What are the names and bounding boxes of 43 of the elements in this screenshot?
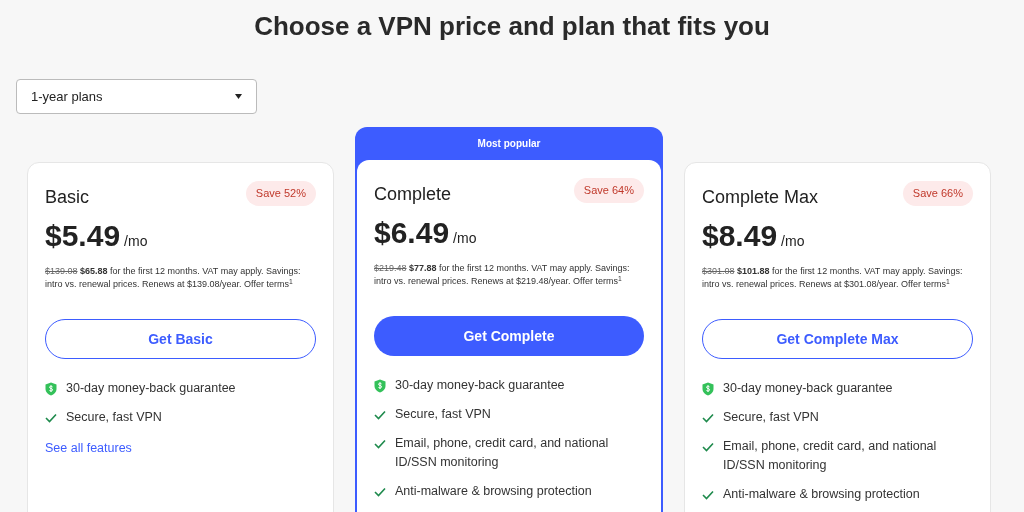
save-badge: Save 52% — [245, 181, 316, 206]
plan-name: Complete — [374, 183, 452, 206]
shield-dollar-icon — [702, 382, 714, 396]
price-note: $301.08 $101.88 for the first 12 months. VAT may apply. Savings: intro vs. renewal prices. Renews at $301.08/year. Offer terms$^{1}$ — [702, 265, 964, 291]
save-badge: Save 64% — [573, 178, 644, 203]
feature-text: Email, phone, credit card, and national ID/SSN monitoring — [723, 438, 938, 474]
get-plan-button[interactable]: Get Complete — [374, 316, 644, 356]
page-heading: Choose a VPN price and plan that fits you — [253, 10, 771, 43]
plan-name: Complete Max — [702, 186, 819, 209]
shield-dollar-icon — [45, 382, 57, 396]
check-icon — [374, 439, 386, 449]
plan-price: $6.49 — [374, 215, 450, 251]
price-unit: /mo — [453, 229, 477, 248]
feature-text: Secure, fast VPN — [395, 406, 491, 423]
get-plan-button[interactable]: Get Complete Max — [702, 319, 973, 359]
feature-text: Anti-malware & browsing protection — [395, 483, 592, 500]
price-unit: /mo — [124, 232, 148, 251]
plan-length-dropdown[interactable]: 1-year plans — [16, 79, 257, 114]
feature-text: Secure, fast VPN — [66, 409, 162, 426]
check-icon — [702, 442, 714, 452]
price-note: $139.08 $65.88 for the first 12 months. VAT may apply. Savings: intro vs. renewal prices. Renews at $139.08/year. Offer terms$^{1}$ — [45, 265, 302, 291]
check-icon — [374, 410, 386, 420]
shield-dollar-icon — [374, 379, 386, 393]
check-icon — [702, 413, 714, 423]
see-all-features-link[interactable]: See all features — [45, 439, 316, 458]
feature-text: Secure, fast VPN — [723, 409, 819, 426]
check-icon — [702, 490, 714, 500]
feature-text: Email, phone, credit card, and national ID/SSN monitoring — [395, 435, 610, 471]
check-icon — [374, 487, 386, 497]
plan-price: $8.49 — [702, 218, 778, 254]
feature-text: 30-day money-back guarantee — [723, 380, 893, 397]
price-note: $219.48 $77.88 for the first 12 months. VAT may apply. Savings: intro vs. renewal prices. Renews at $219.48/year. Offer terms$^{1}$ — [374, 262, 631, 288]
check-icon — [45, 413, 57, 423]
plan-name: Basic — [45, 186, 89, 209]
feature-text: Anti-malware & browsing protection — [723, 486, 920, 503]
price-unit: /mo — [781, 232, 805, 251]
get-plan-button[interactable]: Get Basic — [45, 319, 316, 359]
feature-text: 30-day money-back guarantee — [395, 377, 565, 394]
save-badge: Save 66% — [902, 181, 973, 206]
most-popular-label: Most popular — [476, 137, 542, 151]
feature-text: 30-day money-back guarantee — [66, 380, 236, 397]
plan-price: $5.49 — [45, 218, 121, 254]
dropdown-caret-icon — [235, 94, 242, 99]
